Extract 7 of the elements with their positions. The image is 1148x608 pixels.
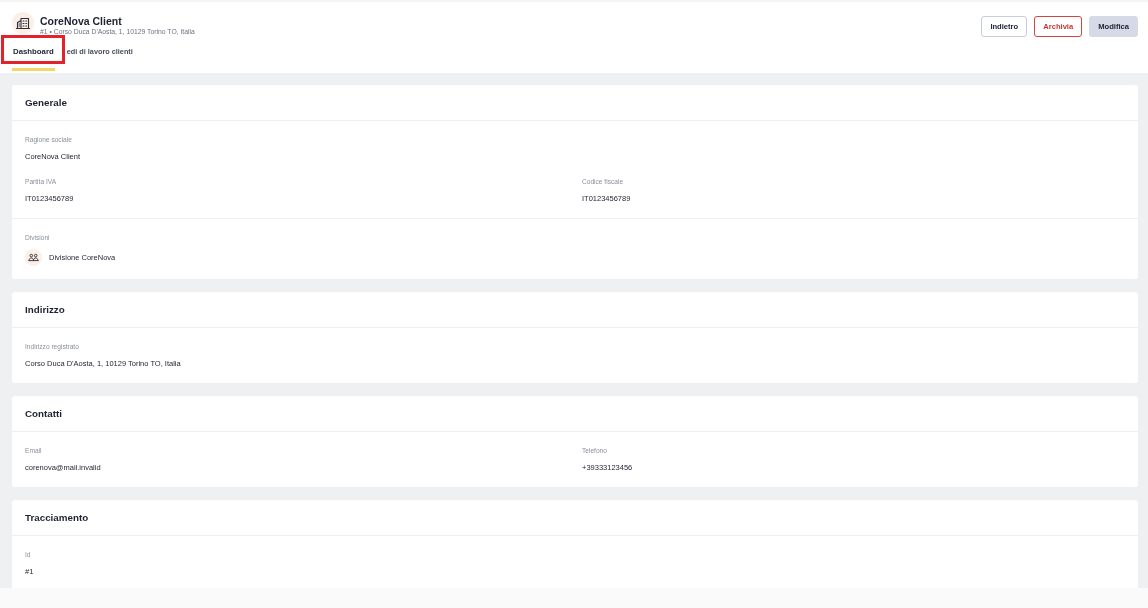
section-title: Indirizzo — [25, 304, 65, 315]
building-icon — [12, 12, 34, 34]
section-title: Contatti — [25, 408, 62, 419]
section-title: Generale — [25, 97, 67, 108]
page-title: CoreNova Client — [40, 15, 123, 27]
group-icon — [25, 249, 42, 266]
section-title: Tracciamento — [25, 512, 89, 523]
